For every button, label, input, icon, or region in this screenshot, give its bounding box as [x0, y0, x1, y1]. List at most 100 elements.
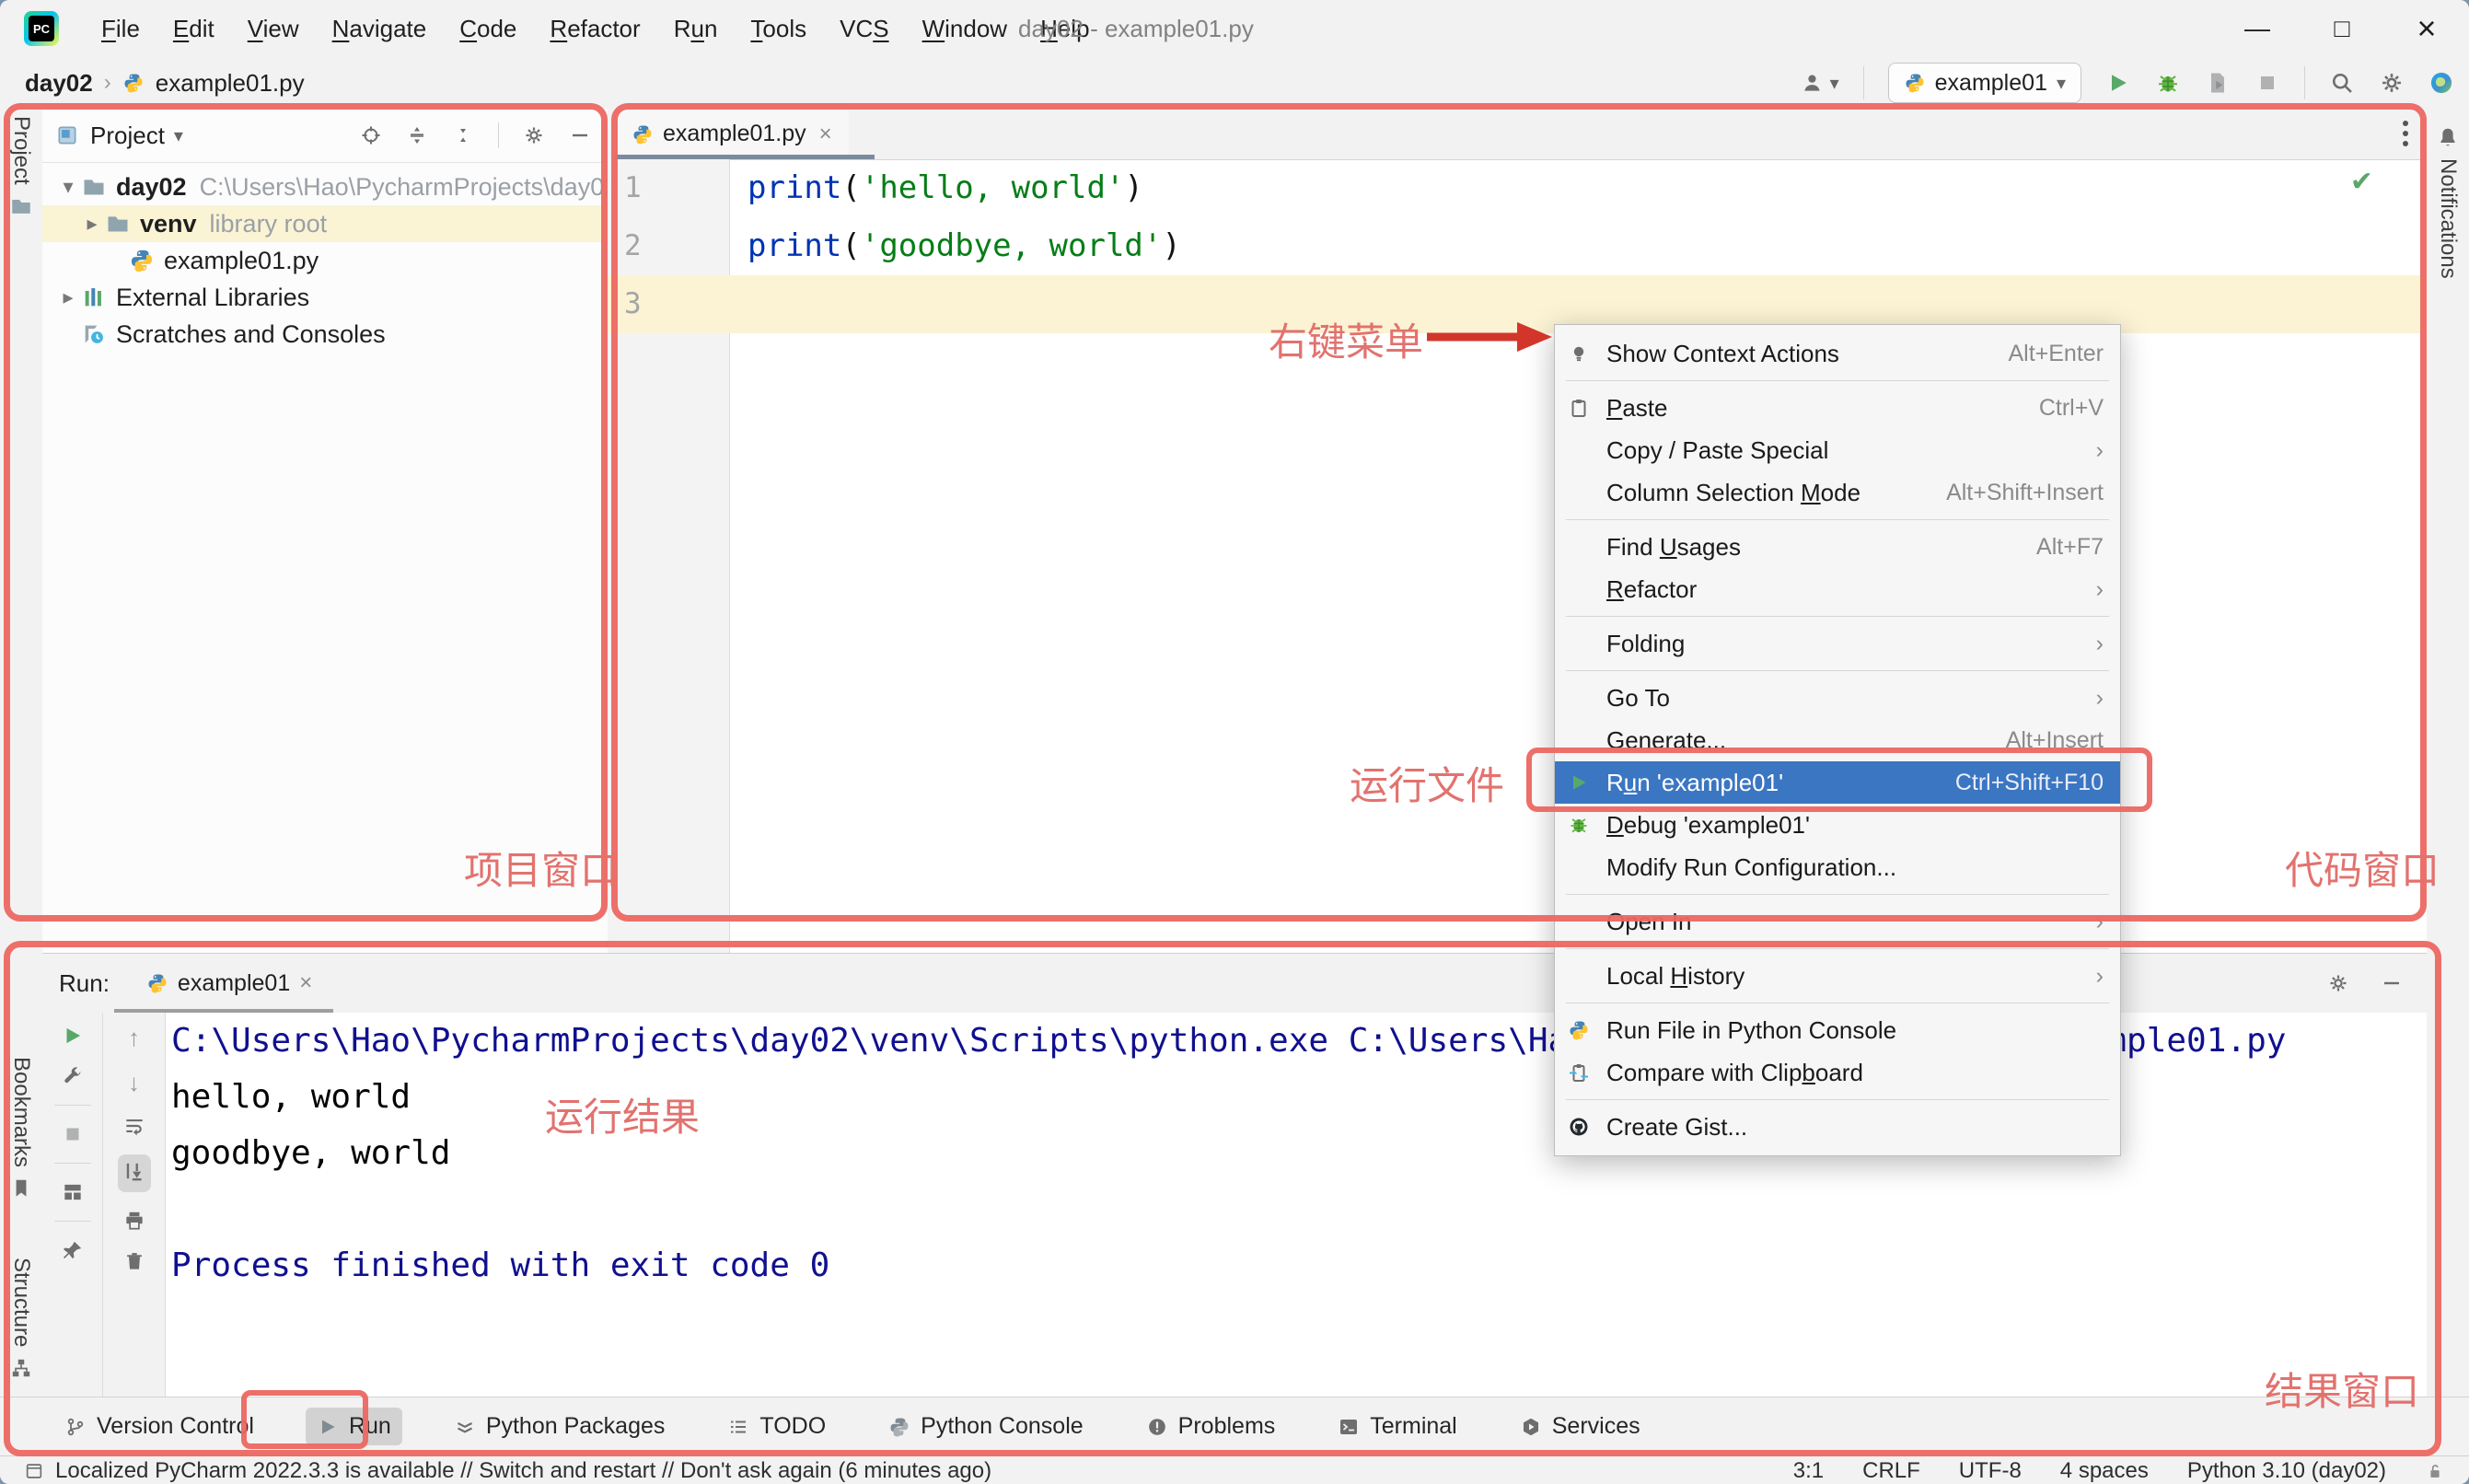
maximize-button[interactable]: □ [2300, 14, 2384, 43]
print-icon[interactable] [122, 1209, 146, 1233]
tree-chevron-icon[interactable]: ▸ [79, 212, 105, 236]
toolwindow-button-python-console[interactable]: Python Console [877, 1408, 1095, 1445]
context-menu-item-folding[interactable]: Folding› [1555, 622, 2120, 665]
context-menu-item-column-selection-mode[interactable]: Column Selection ModeAlt+Shift+Insert [1555, 471, 2120, 514]
menu-separator [1566, 380, 2109, 381]
unlock-icon[interactable] [2425, 1461, 2445, 1481]
context-menu-item-open-in[interactable]: Open In› [1555, 900, 2120, 943]
code-area[interactable]: 1print('hello, world')2print('goodbye, w… [608, 159, 2427, 333]
tree-item-example01-py[interactable]: example01.py [42, 242, 608, 279]
tree-chevron-icon[interactable]: ▾ [55, 175, 81, 199]
structure-stub-label: Structure [8, 1258, 34, 1347]
collapse-all-button[interactable] [452, 124, 474, 146]
minimize-button[interactable]: — [2215, 14, 2300, 43]
settings-button[interactable] [2379, 70, 2405, 96]
event-log-icon[interactable] [24, 1461, 44, 1481]
context-menu-item-generate[interactable]: Generate...Alt+Insert [1555, 719, 2120, 761]
menu-edit[interactable]: Edit [156, 0, 231, 57]
tab-example01[interactable]: example01.py × [615, 109, 849, 159]
context-menu-item-create-gist[interactable]: Create Gist... [1555, 1106, 2120, 1148]
breadcrumb-file[interactable]: example01.py [156, 69, 305, 98]
context-menu-item-show-context-actions[interactable]: Show Context ActionsAlt+Enter [1555, 332, 2120, 375]
soft-wrap-icon[interactable] [122, 1114, 146, 1138]
status-widget-python-3-10-day02[interactable]: Python 3.10 (day02) [2187, 1458, 2386, 1484]
code-with-me-icon[interactable] [2428, 70, 2454, 96]
toolwindow-button-services[interactable]: Services [1509, 1408, 1652, 1445]
context-menu-item-local-history[interactable]: Local History› [1555, 955, 2120, 997]
expand-all-button[interactable] [406, 124, 428, 146]
context-menu-item-debug-example01[interactable]: Debug 'example01' [1555, 804, 2120, 846]
context-menu-item-run-example01[interactable]: Run 'example01'Ctrl+Shift+F10 [1555, 761, 2120, 804]
code-line-2[interactable]: 2print('goodbye, world') [608, 217, 2427, 275]
context-menu-item-paste[interactable]: PasteCtrl+V [1555, 387, 2120, 429]
tab-close-icon[interactable]: × [819, 122, 832, 147]
sidebar-item-notifications[interactable]: Notifications [2427, 125, 2469, 279]
pin-tab-icon[interactable] [61, 1238, 85, 1262]
hide-panel-button[interactable] [2381, 972, 2403, 994]
rerun-button[interactable] [61, 1024, 85, 1048]
menu-view[interactable]: View [231, 0, 316, 57]
run-with-coverage-button[interactable] [2205, 70, 2231, 96]
context-menu-item-copy-paste-special[interactable]: Copy / Paste Special› [1555, 429, 2120, 471]
sidebar-item-project[interactable]: Project [0, 116, 42, 218]
up-stacktrace-icon[interactable]: ↑ [128, 1024, 140, 1052]
toolwindow-button-terminal[interactable]: Terminal [1327, 1408, 1467, 1445]
status-widget-3-1[interactable]: 3:1 [1793, 1458, 1824, 1484]
breadcrumb-project[interactable]: day02 [25, 69, 93, 98]
status-message[interactable]: Localized PyCharm 2022.3.3 is available … [55, 1458, 991, 1484]
context-menu-item-run-file-in-python-console[interactable]: Run File in Python Console [1555, 1009, 2120, 1051]
locate-file-button[interactable] [360, 124, 382, 146]
toolwindow-button-problems[interactable]: Problems [1135, 1408, 1287, 1445]
menu-tools[interactable]: Tools [734, 0, 823, 57]
toolwindow-button-todo[interactable]: TODO [716, 1408, 837, 1445]
gear-icon[interactable] [2327, 972, 2349, 994]
chevron-down-icon[interactable]: ▾ [174, 124, 183, 147]
stop-button[interactable] [2255, 70, 2280, 96]
run-tab-close-icon[interactable]: × [299, 970, 312, 996]
run-config-selector[interactable]: example01 ▾ [1888, 63, 2081, 103]
context-menu-item-go-to[interactable]: Go To› [1555, 677, 2120, 719]
project-panel-title[interactable]: Project [90, 122, 165, 150]
clear-all-icon[interactable] [122, 1249, 146, 1273]
run-button[interactable] [2105, 70, 2131, 96]
context-menu-item-compare-with-clipboard[interactable]: Compare with Clipboard [1555, 1051, 2120, 1094]
menu-navigate[interactable]: Navigate [316, 0, 444, 57]
user-menu[interactable]: ▾ [1801, 71, 1839, 95]
status-widget-4-spaces[interactable]: 4 spaces [2060, 1458, 2149, 1484]
down-stacktrace-icon[interactable]: ↓ [128, 1069, 140, 1097]
toolwindow-button-python-packages[interactable]: Python Packages [443, 1408, 677, 1445]
edit-configuration-icon[interactable] [61, 1064, 85, 1088]
menu-window[interactable]: Window [906, 0, 1024, 57]
context-menu-item-modify-run-configuration[interactable]: Modify Run Configuration... [1555, 846, 2120, 888]
status-widget-utf-8[interactable]: UTF-8 [1959, 1458, 2022, 1484]
context-menu-item-find-usages[interactable]: Find UsagesAlt+F7 [1555, 526, 2120, 568]
menu-file[interactable]: File [85, 0, 156, 57]
status-widget-crlf[interactable]: CRLF [1862, 1458, 1920, 1484]
debug-button[interactable] [2155, 70, 2181, 96]
project-panel-header: Project ▾ [42, 109, 608, 163]
context-menu-item-refactor[interactable]: Refactor› [1555, 568, 2120, 610]
menu-code[interactable]: Code [443, 0, 533, 57]
tree-item-venv[interactable]: ▸venvlibrary root [42, 205, 608, 242]
code-line-1[interactable]: 1print('hello, world') [608, 159, 2427, 217]
stop-process-button[interactable] [61, 1122, 85, 1146]
editor-options-kebab-icon[interactable] [2403, 121, 2408, 146]
sidebar-item-structure[interactable]: Structure [0, 1258, 42, 1380]
close-button[interactable]: × [2384, 9, 2469, 48]
tree-chevron-icon[interactable]: ▸ [55, 285, 81, 309]
run-tab-example01[interactable]: example01 × [133, 954, 325, 1013]
hide-panel-button[interactable] [569, 124, 591, 146]
sidebar-item-bookmarks[interactable]: Bookmarks [0, 1057, 42, 1200]
gear-icon[interactable] [523, 124, 545, 146]
menu-refactor[interactable]: Refactor [533, 0, 656, 57]
search-everywhere-button[interactable] [2329, 70, 2355, 96]
tree-item-day02[interactable]: ▾day02C:\Users\Hao\PycharmProjects\day02 [42, 168, 608, 205]
toolwindow-button-run[interactable]: Run [306, 1408, 402, 1445]
menu-vcs[interactable]: VCS [823, 0, 905, 57]
toolwindow-button-version-control[interactable]: Version Control [53, 1408, 265, 1445]
tree-item-external-libraries[interactable]: ▸External Libraries [42, 279, 608, 316]
tree-item-scratches-and-consoles[interactable]: Scratches and Consoles [42, 316, 608, 353]
scroll-to-end-button[interactable] [118, 1154, 151, 1192]
menu-run[interactable]: Run [657, 0, 735, 57]
restore-layout-icon[interactable] [61, 1180, 85, 1204]
